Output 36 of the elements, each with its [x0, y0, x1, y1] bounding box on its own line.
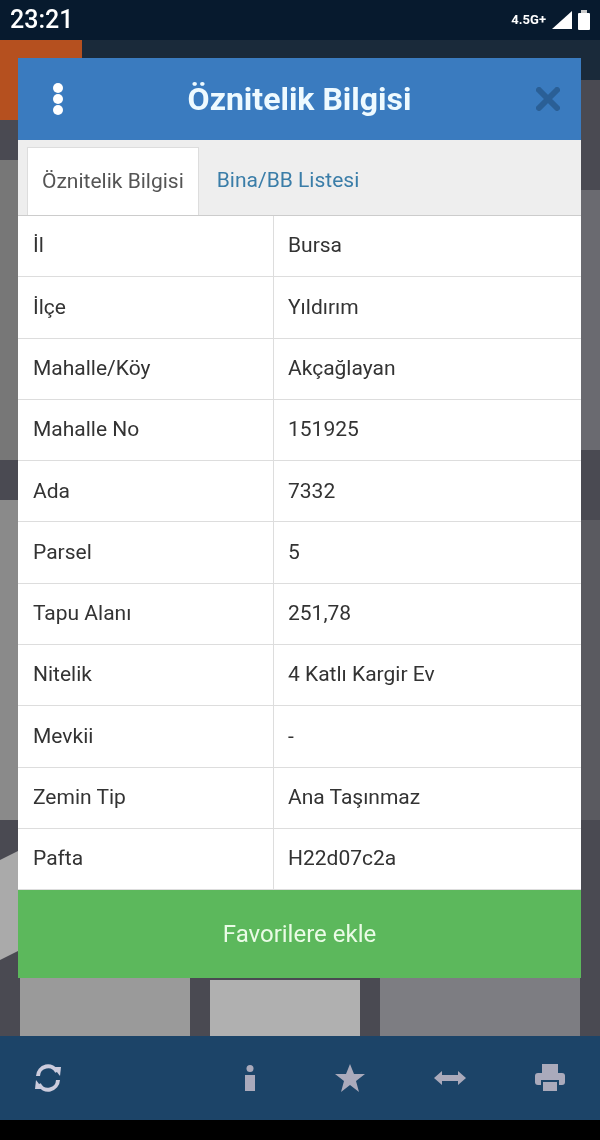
- field-label: Parsel: [18, 522, 274, 583]
- menu-icon[interactable]: [51, 82, 65, 116]
- add-favorites-button[interactable]: Favorilere ekle: [18, 890, 581, 979]
- field-value: 251,78: [287, 600, 353, 628]
- field-label: İl: [18, 216, 274, 277]
- clock: 23:21: [10, 4, 74, 37]
- field-label: Mahalle No: [18, 399, 274, 461]
- field-value: -: [287, 722, 295, 750]
- field-value: Akçağlayan: [287, 355, 397, 382]
- field-value: 5: [287, 538, 301, 566]
- signal-icon: [552, 11, 572, 29]
- field-value: Bursa: [287, 232, 344, 260]
- dialog-title: Öznitelik Bilgisi: [187, 79, 412, 120]
- refresh-icon[interactable]: [32, 1063, 63, 1093]
- field-label: Nitelik: [18, 645, 274, 706]
- horizontal-arrows-icon[interactable]: [434, 1071, 466, 1085]
- field-label: Pafta: [18, 828, 274, 890]
- info-icon[interactable]: [243, 1065, 257, 1091]
- field-value: Ana Taşınmaz: [287, 784, 422, 812]
- field-value: 4 Katlı Kargir Ev: [287, 661, 436, 689]
- tab[interactable]: Öznitelik Bilgisi: [27, 147, 199, 215]
- star-icon[interactable]: [335, 1064, 365, 1092]
- field-label: Mahalle/Köy: [18, 338, 274, 399]
- field-value: H22d07c2a: [287, 845, 398, 873]
- tab[interactable]: Bina/BB Listesi: [198, 147, 378, 215]
- field-label: Ada: [18, 461, 274, 522]
- field-value: 151925: [287, 416, 360, 444]
- field-value: 7332: [287, 477, 337, 505]
- battery-icon: [578, 10, 590, 30]
- field-value: Yıldırım: [287, 293, 360, 321]
- field-label: Tapu Alanı: [18, 583, 274, 645]
- field-label: İlçe: [18, 277, 274, 338]
- field-label: Zemin Tip: [18, 767, 274, 828]
- field-label: Mevkii: [18, 706, 274, 767]
- network-type: 4.5G+: [511, 11, 546, 30]
- print-icon[interactable]: [535, 1064, 565, 1092]
